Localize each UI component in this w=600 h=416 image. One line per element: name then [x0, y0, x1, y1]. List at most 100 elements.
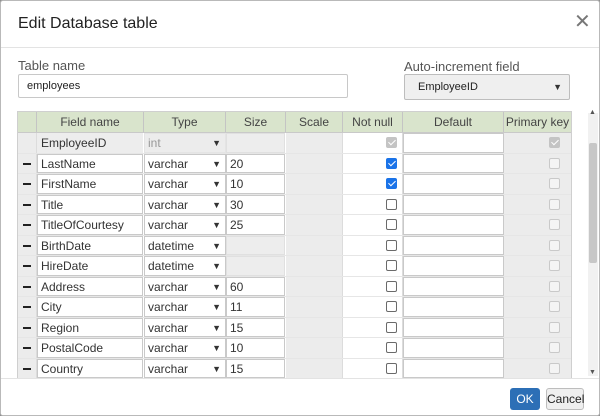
- not-null-cell: [343, 338, 403, 358]
- not-null-checkbox: [386, 137, 397, 148]
- scroll-up-icon[interactable]: ▲: [589, 109, 596, 116]
- scroll-down-icon[interactable]: ▼: [589, 369, 596, 376]
- default-input[interactable]: [403, 256, 504, 276]
- delete-row-button[interactable]: [18, 297, 37, 317]
- type-select[interactable]: varchar ▼: [144, 174, 226, 194]
- delete-row-button[interactable]: [18, 256, 37, 276]
- chevron-down-icon: ▼: [212, 261, 221, 271]
- scale-cell: [286, 338, 343, 358]
- field-name-input[interactable]: Country: [37, 358, 143, 378]
- type-select[interactable]: datetime ▼: [144, 235, 226, 255]
- delete-row-button[interactable]: [18, 276, 37, 296]
- not-null-checkbox[interactable]: [386, 219, 397, 230]
- auto-increment-select[interactable]: EmployeeID ▼: [404, 74, 570, 100]
- primary-key-checkbox: [549, 321, 560, 333]
- header-not-null: Not null: [343, 112, 403, 132]
- default-input[interactable]: [403, 174, 504, 194]
- close-icon[interactable]: ✕: [574, 12, 591, 32]
- default-input[interactable]: [403, 215, 504, 235]
- scale-cell: [286, 317, 343, 337]
- type-select[interactable]: varchar ▼: [144, 338, 226, 358]
- type-select[interactable]: varchar ▼: [144, 358, 226, 378]
- default-input[interactable]: [403, 358, 504, 378]
- not-null-checkbox[interactable]: [386, 301, 397, 312]
- grid-scrollbar[interactable]: [588, 113, 598, 376]
- default-input[interactable]: [403, 133, 504, 153]
- delete-row-button[interactable]: [18, 215, 37, 235]
- field-name-input[interactable]: HireDate: [37, 256, 143, 276]
- field-name-input[interactable]: PostalCode: [37, 338, 143, 358]
- not-null-cell: [343, 358, 403, 378]
- not-null-checkbox[interactable]: [386, 321, 397, 333]
- delete-row-button[interactable]: [18, 358, 37, 378]
- size-input[interactable]: 10: [226, 174, 285, 194]
- size-input[interactable]: 30: [226, 194, 285, 214]
- type-select[interactable]: varchar ▼: [144, 317, 226, 337]
- not-null-checkbox[interactable]: [386, 198, 397, 210]
- size-input[interactable]: 60: [226, 276, 285, 296]
- primary-key-cell: [504, 358, 571, 378]
- scale-cell: [286, 297, 343, 317]
- size-input[interactable]: 10: [226, 338, 285, 358]
- not-null-checkbox[interactable]: [386, 239, 397, 251]
- field-name-input[interactable]: Title: [37, 194, 143, 214]
- delete-row-button[interactable]: [18, 194, 37, 214]
- delete-row-button[interactable]: [18, 235, 37, 255]
- delete-row-button[interactable]: [18, 174, 37, 194]
- type-value: varchar: [148, 279, 189, 294]
- default-input[interactable]: [403, 276, 504, 296]
- default-input[interactable]: [403, 317, 504, 337]
- not-null-checkbox[interactable]: [386, 157, 397, 169]
- chevron-down-icon: ▼: [212, 363, 221, 374]
- default-input[interactable]: [403, 235, 504, 255]
- delete-row-button[interactable]: [18, 338, 37, 358]
- type-value: datetime: [148, 238, 195, 253]
- ok-button[interactable]: OK: [510, 388, 540, 410]
- type-select[interactable]: varchar ▼: [144, 194, 226, 214]
- type-select[interactable]: varchar ▼: [144, 153, 226, 173]
- table-row: City varchar ▼ 11: [18, 297, 571, 318]
- cancel-button[interactable]: Cancel: [546, 388, 584, 410]
- field-name-input[interactable]: LastName: [37, 153, 143, 173]
- type-select[interactable]: datetime ▼: [144, 256, 226, 276]
- default-input[interactable]: [403, 297, 504, 317]
- field-name-input[interactable]: Address: [37, 276, 143, 296]
- type-value: varchar: [148, 361, 189, 376]
- scale-cell: [286, 358, 343, 378]
- table-name-input[interactable]: employees: [18, 74, 348, 98]
- primary-key-checkbox: [549, 178, 560, 189]
- field-name-input[interactable]: Region: [37, 317, 143, 337]
- size-input[interactable]: 15: [226, 317, 285, 337]
- field-name-input[interactable]: BirthDate: [37, 235, 143, 255]
- size-input[interactable]: 11: [226, 297, 285, 317]
- minus-icon: [23, 285, 31, 288]
- field-name-input[interactable]: FirstName: [37, 174, 143, 194]
- size-input[interactable]: 20: [226, 153, 285, 173]
- field-name-input[interactable]: City: [37, 297, 143, 317]
- not-null-checkbox[interactable]: [386, 260, 397, 271]
- dialog-header: Edit Database table ✕: [1, 1, 599, 48]
- not-null-checkbox[interactable]: [386, 342, 397, 353]
- delete-cell: [18, 133, 37, 153]
- delete-row-button[interactable]: [18, 153, 37, 173]
- type-select[interactable]: varchar ▼: [144, 276, 226, 296]
- default-input[interactable]: [403, 338, 504, 358]
- field-name-input[interactable]: TitleOfCourtesy: [37, 215, 143, 235]
- size-input[interactable]: 15: [226, 358, 285, 378]
- scale-cell: [286, 194, 343, 214]
- primary-key-checkbox: [549, 280, 560, 292]
- not-null-checkbox[interactable]: [386, 362, 397, 374]
- not-null-checkbox[interactable]: [386, 178, 397, 189]
- chevron-down-icon: ▼: [212, 179, 221, 189]
- size-input[interactable]: 25: [226, 215, 285, 235]
- scrollbar-thumb[interactable]: [589, 143, 597, 263]
- table-row: Title varchar ▼ 30: [18, 194, 571, 215]
- default-input[interactable]: [403, 153, 504, 173]
- type-select[interactable]: varchar ▼: [144, 297, 226, 317]
- delete-row-button[interactable]: [18, 317, 37, 337]
- default-input[interactable]: [403, 194, 504, 214]
- dialog-footer: OK Cancel: [1, 378, 599, 415]
- not-null-cell: [343, 317, 403, 337]
- not-null-checkbox[interactable]: [386, 280, 397, 292]
- type-select[interactable]: varchar ▼: [144, 215, 226, 235]
